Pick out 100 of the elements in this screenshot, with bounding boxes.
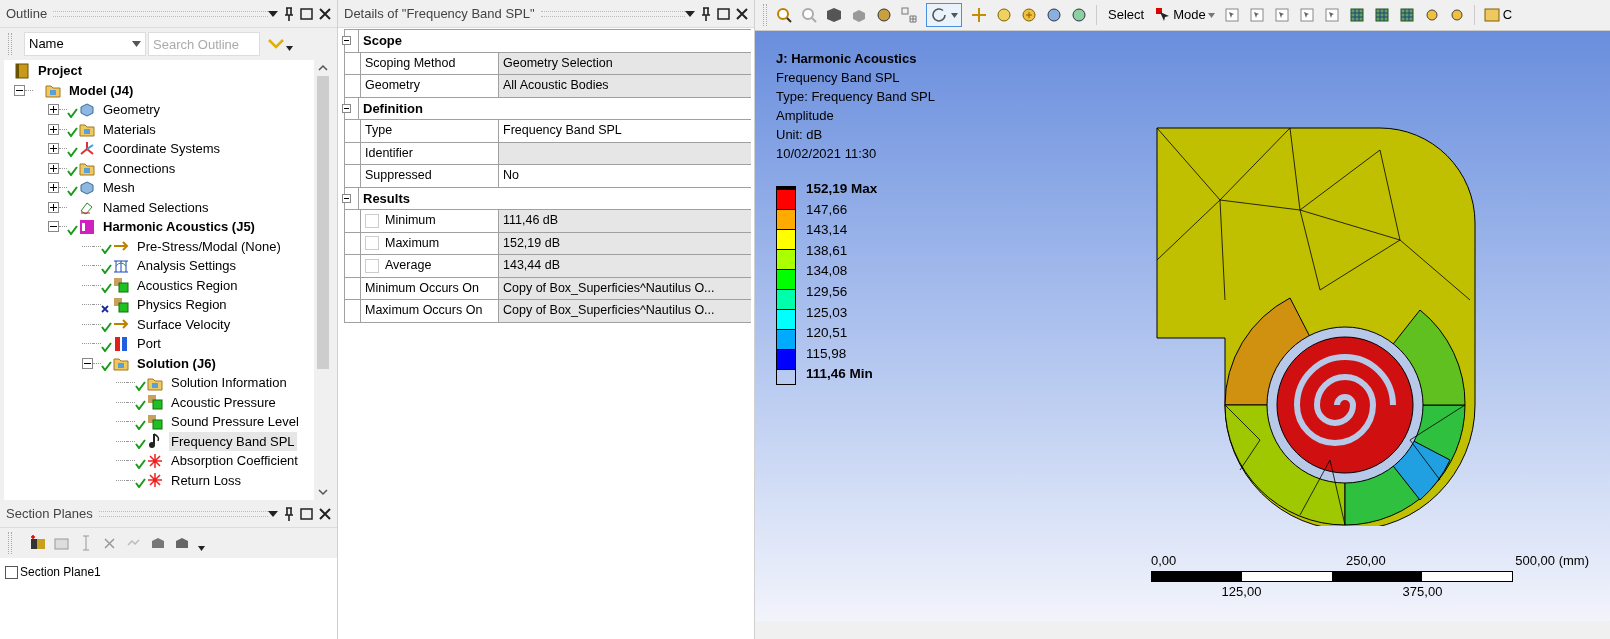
star-icon <box>147 452 163 469</box>
tree-item[interactable]: Surface Velocity <box>135 314 233 334</box>
search-field[interactable]: Search Outline <box>148 32 260 56</box>
tree-item[interactable]: Port <box>135 334 163 354</box>
legend-label: 111,46 Min <box>806 365 874 384</box>
bars-icon <box>113 335 129 352</box>
caret-icon <box>951 12 958 18</box>
tree-item[interactable]: Physics Region <box>135 295 229 315</box>
mesh-select-icon[interactable] <box>1398 7 1415 23</box>
legend-label: 147,66 <box>806 200 849 219</box>
collapse-toggle[interactable] <box>342 103 351 113</box>
property-label: Identifier <box>365 144 413 162</box>
axes-icon <box>79 140 95 157</box>
tree-item[interactable]: Connections <box>101 158 178 178</box>
caret-icon[interactable] <box>132 41 141 47</box>
dropdown-icon[interactable] <box>268 9 278 18</box>
folder-icon <box>79 121 95 138</box>
tree-item[interactable]: Coordinate Systems <box>101 139 223 159</box>
tree-item[interactable]: Acoustics Region <box>135 275 240 295</box>
tree-item[interactable]: Geometry <box>101 100 163 120</box>
mode-button[interactable]: Mode <box>1155 5 1215 25</box>
tree-item[interactable]: Absorption Coefficient <box>169 451 300 471</box>
tree-item[interactable]: Named Selections <box>101 197 211 217</box>
expand-toggle[interactable] <box>48 123 59 135</box>
caret-icon[interactable] <box>286 45 293 51</box>
tree-item[interactable]: Sound Pressure Level <box>169 412 301 432</box>
toolbar-label[interactable]: C <box>1502 5 1513 25</box>
legend-label: 115,98 <box>806 344 848 363</box>
expand-toggle[interactable] <box>48 201 59 213</box>
tree-item[interactable]: Solution (J6) <box>135 353 218 373</box>
rotate-button[interactable] <box>926 3 962 27</box>
property-value: 111,46 dB <box>499 210 751 232</box>
tree-item[interactable]: Solution Information <box>169 373 289 393</box>
maximize-icon[interactable] <box>300 7 313 20</box>
tree-item[interactable]: Analysis Settings <box>135 256 238 276</box>
result-info: Frequency Band SPL <box>776 69 901 87</box>
select-filter-icon[interactable] <box>1298 7 1315 23</box>
collapse-toggle[interactable] <box>48 221 59 233</box>
collapse-toggle[interactable] <box>342 193 351 203</box>
collapse-toggle[interactable] <box>14 84 25 96</box>
tree-item[interactable]: Pre-Stress/Modal (None) <box>135 236 283 256</box>
property-value: Geometry Selection <box>499 52 751 74</box>
pin-icon[interactable] <box>284 6 294 21</box>
pin-icon[interactable] <box>701 6 711 21</box>
collapse-toggle[interactable] <box>82 357 93 369</box>
property-value: 143,44 dB <box>499 255 751 277</box>
tree-item[interactable]: Harmonic Acoustics (J5) <box>101 217 257 237</box>
maximize-icon[interactable] <box>717 7 730 20</box>
cube-icon[interactable] <box>826 7 842 23</box>
close-icon[interactable] <box>319 507 331 520</box>
tree-item[interactable]: Return Loss <box>169 470 244 490</box>
mesh-select-icon[interactable] <box>1373 7 1390 23</box>
property-label: Minimum <box>385 212 436 230</box>
select-filter-icon[interactable] <box>1273 7 1290 23</box>
cube-icon <box>79 179 95 196</box>
pan-icon[interactable] <box>971 7 987 23</box>
plane-add-icon[interactable] <box>30 535 46 551</box>
result-info: Type: Frequency Band SPL <box>776 88 935 106</box>
cubes-icon <box>113 296 129 313</box>
legend-label: 120,51 <box>806 324 849 343</box>
section-plane-label[interactable]: Section Plane1 <box>20 563 101 581</box>
result-info: Amplitude <box>776 107 835 125</box>
caret-icon <box>1207 12 1215 18</box>
mesh-select-icon[interactable] <box>1348 7 1365 23</box>
book-icon <box>14 62 30 79</box>
expand-toggle[interactable] <box>48 182 59 194</box>
folder-icon <box>79 160 95 177</box>
expand-toggle[interactable] <box>48 143 59 155</box>
close-icon[interactable] <box>319 7 331 20</box>
select-filter-icon[interactable] <box>1323 7 1340 23</box>
column-dropdown[interactable]: Name <box>24 32 146 56</box>
tree-item[interactable]: Model (J4) <box>67 80 136 100</box>
tree-item[interactable]: Materials <box>101 119 158 139</box>
scale-label: 250,00 <box>1345 552 1386 570</box>
close-icon[interactable] <box>736 7 748 20</box>
property-label: Suppressed <box>365 167 432 185</box>
caret-icon[interactable] <box>198 545 205 551</box>
expand-toggle[interactable] <box>48 104 59 116</box>
section-title: Scope <box>362 32 402 50</box>
dropdown-icon[interactable] <box>268 509 278 518</box>
property-value: 152,19 dB <box>499 232 751 254</box>
pin-icon[interactable] <box>284 506 294 521</box>
maximize-icon[interactable] <box>300 507 313 520</box>
cubes-icon <box>113 277 129 294</box>
select-filter-icon[interactable] <box>1223 7 1240 23</box>
cubes-icon <box>147 413 163 430</box>
tree-item[interactable]: Project <box>36 61 85 81</box>
property-label: Scoping Method <box>365 54 456 72</box>
tree-item[interactable]: Frequency Band SPL <box>169 431 297 451</box>
dropdown-icon[interactable] <box>685 9 695 18</box>
select-filter-icon[interactable] <box>1248 7 1265 23</box>
tree-item[interactable]: Mesh <box>101 178 137 198</box>
select-button[interactable]: Select <box>1106 5 1147 25</box>
collapse-toggle[interactable] <box>342 36 351 46</box>
expand-toggle[interactable] <box>48 162 59 174</box>
checkbox[interactable] <box>5 565 18 579</box>
tree-item[interactable]: Acoustic Pressure <box>169 392 278 412</box>
folder-icon <box>45 82 61 99</box>
panel-icon <box>79 218 95 235</box>
result-info: Unit: dB <box>776 126 824 144</box>
